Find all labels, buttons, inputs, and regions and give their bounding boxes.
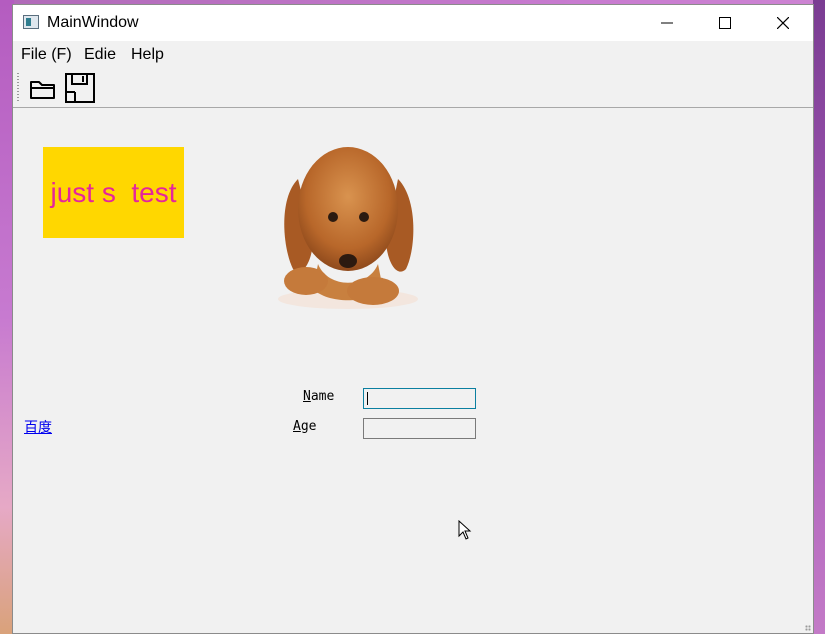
menu-bar: File (F) Edie Help: [13, 41, 813, 67]
desktop-background-right: [813, 0, 825, 634]
resize-grip[interactable]: [805, 625, 811, 631]
mouse-cursor-icon: [458, 520, 472, 540]
minimize-icon: [661, 22, 673, 24]
save-button[interactable]: [63, 71, 97, 105]
age-input[interactable]: [363, 418, 476, 439]
text-caret: [367, 392, 368, 405]
dog-image: [278, 147, 418, 309]
close-icon: [777, 17, 789, 29]
menu-help[interactable]: Help: [131, 46, 164, 64]
window-title: MainWindow: [47, 14, 139, 31]
title-bar[interactable]: MainWindow: [13, 5, 813, 41]
floppy-disk-icon: [65, 73, 95, 103]
toolbar: [13, 67, 813, 108]
main-window: MainWindow File (F) Edie Help just s tes…: [12, 4, 814, 634]
menu-file[interactable]: File (F): [21, 46, 72, 64]
folder-open-icon: [30, 81, 55, 99]
menu-edie[interactable]: Edie: [84, 46, 116, 64]
name-label: Name: [303, 389, 335, 404]
baidu-link[interactable]: 百度: [24, 417, 52, 437]
minimize-button[interactable]: [638, 5, 696, 41]
app-icon: [23, 15, 39, 29]
age-label: Age: [293, 419, 317, 434]
toolbar-grip[interactable]: [17, 73, 19, 101]
maximize-icon: [719, 17, 731, 29]
test-label: just s test: [43, 147, 184, 238]
open-button[interactable]: [26, 71, 60, 105]
maximize-button[interactable]: [696, 5, 754, 41]
name-input[interactable]: [363, 388, 476, 409]
close-button[interactable]: [754, 5, 812, 41]
